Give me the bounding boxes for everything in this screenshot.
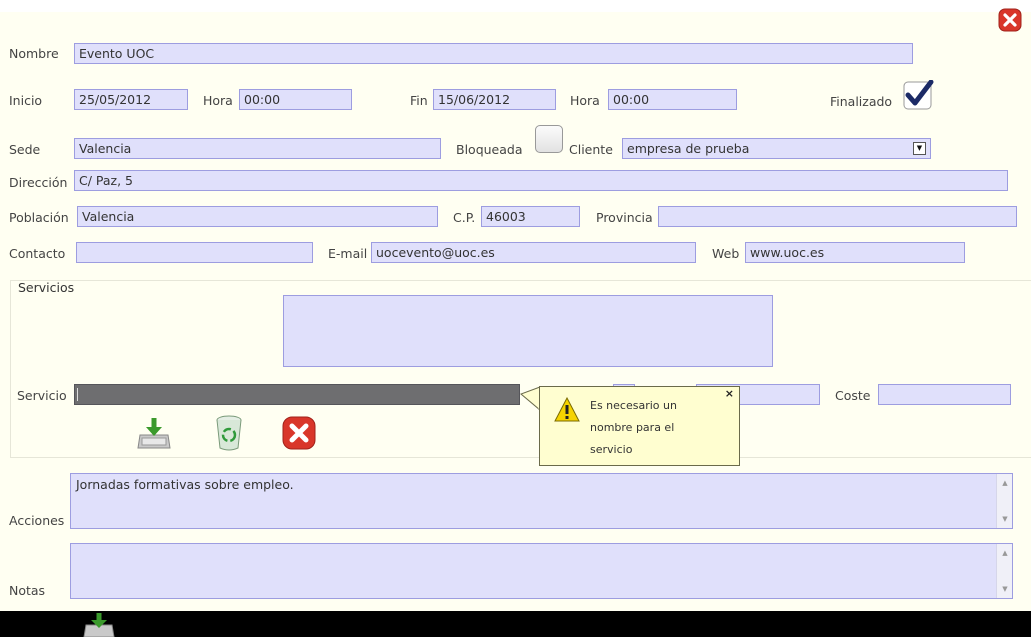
email-label: E-mail (328, 246, 368, 261)
notas-textarea[interactable]: ▲ ▼ (70, 543, 1013, 599)
direccion-field[interactable]: C/ Paz, 5 (74, 170, 1008, 191)
contacto-field[interactable] (76, 242, 313, 263)
finalizado-checkbox[interactable] (903, 80, 935, 110)
servicios-title: Servicios (18, 280, 75, 295)
contacto-label: Contacto (9, 246, 66, 261)
web-label: Web (712, 246, 740, 261)
servicios-list[interactable] (283, 295, 773, 367)
nombre-label: Nombre (9, 46, 59, 61)
close-icon[interactable] (281, 415, 317, 451)
poblacion-label: Población (9, 210, 69, 225)
coste-label: Coste (835, 388, 871, 403)
save-icon[interactable] (137, 415, 171, 451)
cp-label: C.P. (453, 210, 476, 225)
direccion-label: Dirección (9, 175, 68, 190)
web-field[interactable]: www.uoc.es (745, 242, 965, 263)
sede-field[interactable]: Valencia (74, 138, 441, 159)
hora-inicio-label: Hora (203, 93, 233, 108)
hora-fin-label: Hora (570, 93, 600, 108)
cliente-select-value: empresa de prueba (627, 141, 750, 156)
cliente-label: Cliente (569, 142, 613, 157)
email-field[interactable]: uocevento@uoc.es (371, 242, 696, 263)
fin-field[interactable]: 15/06/2012 (433, 89, 556, 110)
acciones-textarea[interactable]: Jornadas formativas sobre empleo. ▲ ▼ (70, 473, 1013, 529)
finalizado-label: Finalizado (830, 94, 893, 109)
servicio-field[interactable] (74, 384, 520, 405)
chevron-down-icon[interactable]: ▼ (913, 142, 926, 155)
notas-scrollbar[interactable]: ▲ ▼ (996, 544, 1012, 598)
hora-fin-field[interactable]: 00:00 (608, 89, 737, 110)
recycle-bin-icon[interactable] (214, 414, 244, 452)
coste-field[interactable] (878, 384, 1011, 405)
bloqueada-checkbox[interactable] (535, 125, 563, 153)
tooltip-message: Es necesario un nombre para el servicio (590, 399, 677, 456)
footer-bar (0, 611, 1031, 637)
hora-inicio-field[interactable]: 00:00 (239, 89, 352, 110)
servicio-label: Servicio (17, 388, 67, 403)
provincia-label: Provincia (596, 210, 653, 225)
fin-label: Fin (410, 93, 428, 108)
cp-field[interactable]: 46003 (481, 206, 580, 227)
acciones-scrollbar[interactable]: ▲ ▼ (996, 474, 1012, 528)
poblacion-field[interactable]: Valencia (77, 206, 438, 227)
inicio-field[interactable]: 25/05/2012 (74, 89, 188, 110)
provincia-field[interactable] (658, 206, 1017, 227)
acciones-label: Acciones (9, 513, 65, 528)
warning-icon (554, 397, 580, 422)
save-form-icon[interactable] (83, 612, 115, 637)
notas-label: Notas (9, 583, 46, 598)
nombre-field[interactable]: Evento UOC (74, 43, 913, 64)
cliente-select[interactable]: empresa de prueba ▼ (622, 138, 931, 159)
bloqueada-label: Bloqueada (456, 142, 523, 157)
sede-label: Sede (9, 142, 41, 157)
validation-tooltip: Es necesario un nombre para el servicio … (539, 386, 740, 466)
tooltip-close-icon[interactable]: × (725, 387, 734, 400)
acciones-text: Jornadas formativas sobre empleo. (76, 477, 294, 492)
inicio-label: Inicio (9, 93, 43, 108)
window-close-icon[interactable] (998, 8, 1022, 32)
top-band (0, 0, 1031, 12)
